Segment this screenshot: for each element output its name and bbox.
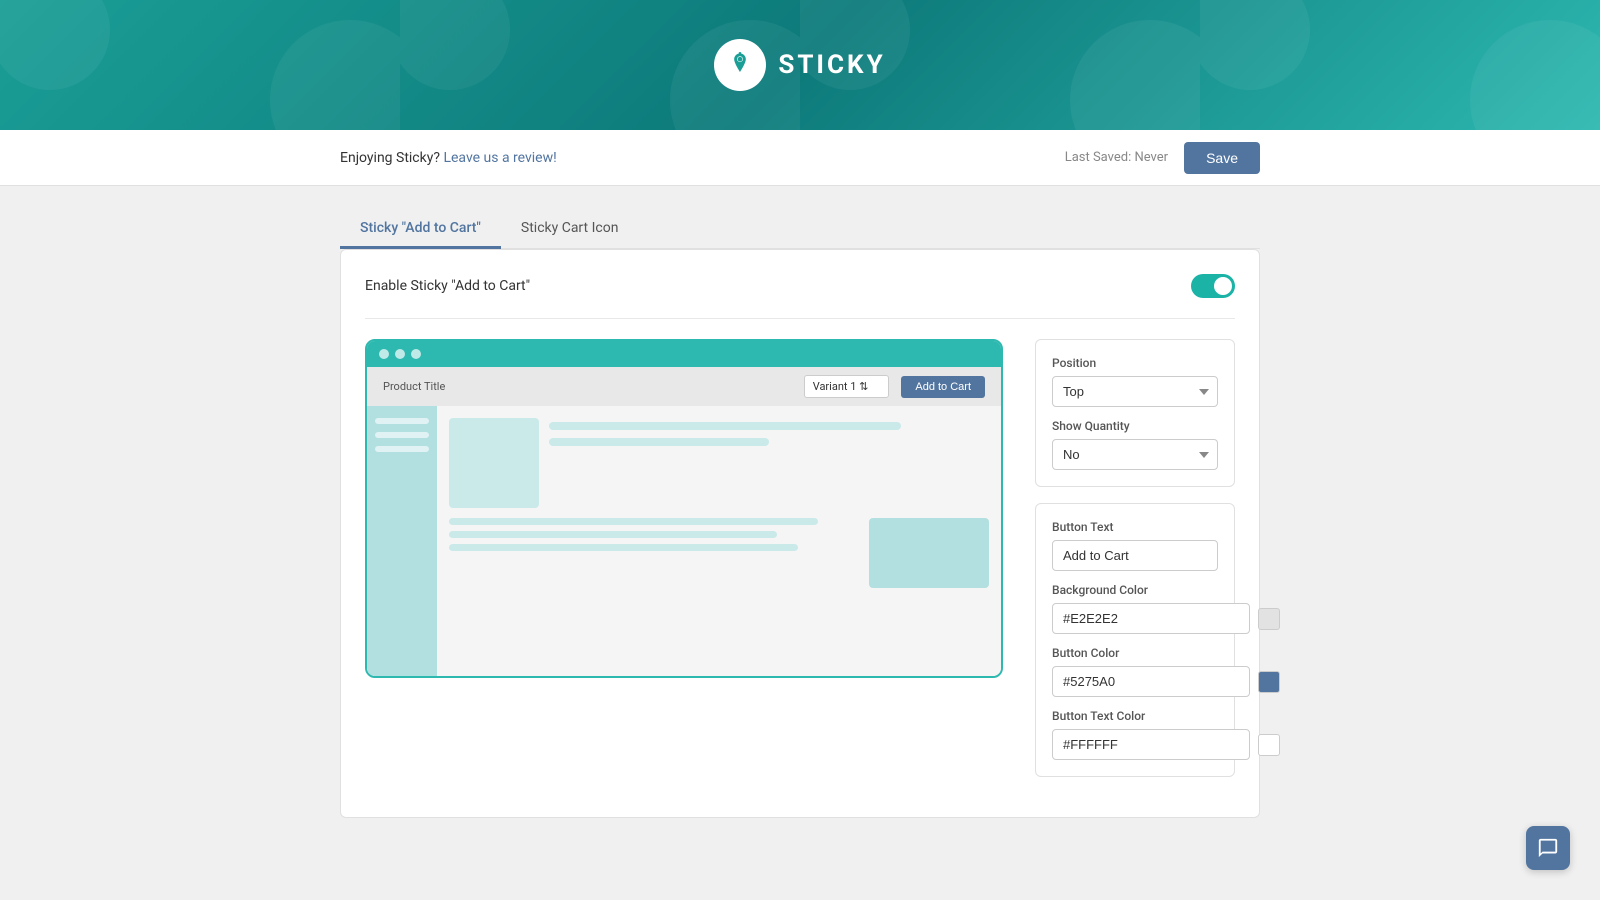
enable-label: Enable Sticky "Add to Cart" — [365, 278, 530, 294]
browser-mockup: Product Title Variant 1 ⇅ Add to Cart — [365, 339, 1003, 678]
button-text-group: Button Text Background Color Button Colo… — [1035, 503, 1235, 777]
top-bar: Enjoying Sticky? Leave us a review! Last… — [0, 130, 1600, 186]
background-color-row — [1052, 603, 1218, 634]
button-text-color-swatch[interactable] — [1258, 734, 1280, 756]
button-color-label: Button Color — [1052, 646, 1218, 660]
two-col-layout: Product Title Variant 1 ⇅ Add to Cart — [365, 339, 1235, 793]
tab-bar: Sticky "Add to Cart" Sticky Cart Icon — [340, 210, 1260, 249]
info-line-2 — [549, 438, 769, 446]
chat-bubble[interactable] — [1526, 826, 1570, 870]
image-block-mock — [869, 518, 989, 588]
background-color-input[interactable] — [1052, 603, 1250, 634]
browser-toolbar — [367, 341, 1001, 367]
sidebar-line-3 — [375, 446, 429, 452]
text-line-2 — [449, 531, 777, 538]
page-body-mock — [437, 406, 1001, 676]
product-row-mock — [449, 418, 989, 508]
enable-toggle[interactable] — [1191, 274, 1235, 298]
button-text-input[interactable] — [1052, 540, 1218, 571]
enable-row: Enable Sticky "Add to Cart" — [365, 274, 1235, 319]
last-saved-text: Last Saved: Never — [1065, 150, 1168, 165]
button-text-color-input[interactable] — [1052, 729, 1250, 760]
button-color-swatch[interactable] — [1258, 671, 1280, 693]
save-button[interactable]: Save — [1184, 142, 1260, 174]
top-bar-right: Last Saved: Never Save — [1065, 142, 1260, 174]
browser-dot-1 — [379, 349, 389, 359]
button-text-color-label: Button Text Color — [1052, 709, 1218, 723]
button-text-color-row — [1052, 729, 1218, 760]
text-line-3 — [449, 544, 798, 551]
info-line-1 — [549, 422, 901, 430]
sidebar-line-1 — [375, 418, 429, 424]
app-name: STICKY — [778, 50, 885, 80]
sidebar-line-2 — [375, 432, 429, 438]
app-header: STICKY — [0, 0, 1600, 130]
button-color-row — [1052, 666, 1218, 697]
preview-product-title: Product Title — [383, 380, 445, 393]
show-quantity-label: Show Quantity — [1052, 419, 1218, 433]
preview-variant-select: Variant 1 ⇅ — [804, 375, 890, 398]
detail-row-mock — [449, 518, 989, 588]
app-logo: STICKY — [714, 39, 885, 91]
background-color-swatch[interactable] — [1258, 608, 1280, 630]
background-color-label: Background Color — [1052, 583, 1218, 597]
main-content: Sticky "Add to Cart" Sticky Cart Icon En… — [0, 186, 1600, 842]
browser-dot-3 — [411, 349, 421, 359]
settings-panel: Position Top Bottom Show Quantity No Yes — [1035, 339, 1235, 793]
button-text-label: Button Text — [1052, 520, 1218, 534]
position-label: Position — [1052, 356, 1218, 370]
show-quantity-select[interactable]: No Yes — [1052, 439, 1218, 470]
text-block-mock — [449, 518, 859, 588]
logo-icon — [714, 39, 766, 91]
position-select[interactable]: Top Bottom — [1052, 376, 1218, 407]
tab-add-to-cart[interactable]: Sticky "Add to Cart" — [340, 210, 501, 249]
preview-area: Product Title Variant 1 ⇅ Add to Cart — [365, 339, 1003, 793]
browser-dot-2 — [395, 349, 405, 359]
settings-card: Enable Sticky "Add to Cart" Product Titl… — [340, 249, 1260, 818]
sticky-bar-preview: Product Title Variant 1 ⇅ Add to Cart — [367, 367, 1001, 406]
product-info-mock — [549, 418, 989, 508]
enjoying-text: Enjoying Sticky? Leave us a review! — [340, 150, 557, 166]
review-link[interactable]: Leave us a review! — [443, 150, 556, 166]
tab-cart-icon[interactable]: Sticky Cart Icon — [501, 210, 639, 249]
sidebar-mock — [367, 406, 437, 676]
position-group: Position Top Bottom Show Quantity No Yes — [1035, 339, 1235, 487]
product-image-mock — [449, 418, 539, 508]
text-line-1 — [449, 518, 818, 525]
button-color-input[interactable] — [1052, 666, 1250, 697]
preview-add-to-cart: Add to Cart — [901, 376, 985, 398]
page-content-mock — [367, 406, 1001, 676]
